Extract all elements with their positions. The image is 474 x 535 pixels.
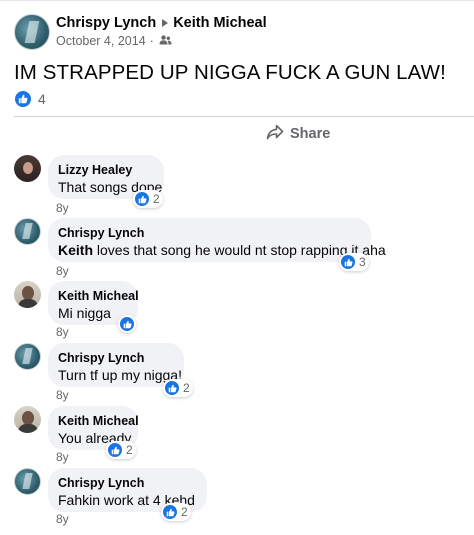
commenter-avatar[interactable] bbox=[14, 218, 41, 245]
like-count: 2 bbox=[183, 381, 190, 395]
commenter-name[interactable]: Keith Micheal bbox=[58, 288, 139, 304]
comment-reactions[interactable]: 2 bbox=[161, 503, 191, 521]
comment-text: Mi nigga bbox=[58, 305, 111, 321]
comment-bubble: Chrispy Lynch Turn tf up my nigga! bbox=[48, 343, 184, 387]
like-count: 3 bbox=[359, 255, 366, 269]
comment-reactions[interactable]: 2 bbox=[106, 441, 136, 459]
comment-text: Turn tf up my nigga! bbox=[58, 367, 182, 383]
comment-reactions[interactable]: 3 bbox=[339, 253, 369, 271]
commenter-name[interactable]: Keith Micheal bbox=[58, 413, 139, 429]
reaction-count: 4 bbox=[38, 91, 46, 107]
comment-age[interactable]: 8y bbox=[56, 450, 69, 464]
commenter-name[interactable]: Chrispy Lynch bbox=[58, 350, 174, 366]
post-reactions[interactable]: 4 bbox=[14, 90, 46, 108]
comment-reactions[interactable]: 2 bbox=[133, 190, 163, 208]
commenter-name[interactable]: Chrispy Lynch bbox=[58, 475, 197, 491]
commenter-avatar[interactable] bbox=[14, 155, 41, 182]
top-border bbox=[0, 0, 474, 1]
mention-link[interactable]: Keith bbox=[58, 242, 93, 258]
share-button[interactable]: Share bbox=[266, 124, 330, 144]
post-meta-block: Chrispy Lynch Keith Micheal October 4, 2… bbox=[56, 15, 267, 48]
meta-separator: · bbox=[149, 34, 154, 48]
commenter-name[interactable]: Lizzy Healey bbox=[58, 162, 154, 178]
comment-reactions[interactable]: 2 bbox=[163, 379, 193, 397]
comment-age[interactable]: 8y bbox=[56, 201, 69, 215]
like-count: 2 bbox=[181, 505, 188, 519]
post-date[interactable]: October 4, 2014 bbox=[56, 34, 146, 48]
share-icon bbox=[266, 124, 284, 144]
friends-icon[interactable] bbox=[159, 34, 172, 48]
post-header: Chrispy Lynch Keith Micheal October 4, 2… bbox=[14, 14, 267, 50]
author-name[interactable]: Chrispy Lynch bbox=[56, 15, 156, 31]
post-names: Chrispy Lynch Keith Micheal bbox=[56, 15, 267, 31]
like-count: 2 bbox=[126, 443, 133, 457]
like-count: 2 bbox=[153, 192, 160, 206]
comment-age[interactable]: 8y bbox=[56, 388, 69, 402]
comment-bubble: Chrispy Lynch Keith loves that song he w… bbox=[48, 218, 386, 262]
like-icon bbox=[164, 380, 180, 396]
like-icon bbox=[162, 504, 178, 520]
comment-age[interactable]: 8y bbox=[56, 325, 69, 339]
comment-text: Keith loves that song he would nt stop r… bbox=[58, 241, 386, 259]
arrow-right-icon bbox=[162, 19, 169, 27]
like-icon bbox=[14, 90, 32, 108]
post-meta: October 4, 2014 · bbox=[56, 34, 267, 48]
commenter-avatar[interactable] bbox=[14, 281, 41, 308]
like-icon bbox=[119, 316, 135, 332]
commenter-avatar[interactable] bbox=[14, 343, 41, 370]
commenter-avatar[interactable] bbox=[14, 406, 41, 433]
like-icon bbox=[340, 254, 356, 270]
author-avatar[interactable] bbox=[14, 14, 50, 50]
divider bbox=[14, 116, 474, 117]
commenter-avatar[interactable] bbox=[14, 468, 41, 495]
comment-age[interactable]: 8y bbox=[56, 512, 69, 526]
comment-reactions[interactable] bbox=[118, 315, 136, 333]
like-icon bbox=[107, 442, 123, 458]
comment-age[interactable]: 8y bbox=[56, 264, 69, 278]
share-label: Share bbox=[290, 126, 331, 142]
commenter-name[interactable]: Chrispy Lynch bbox=[58, 225, 361, 241]
like-icon bbox=[134, 191, 150, 207]
post-text: IM STRAPPED UP NIGGA FUCK A GUN LAW! bbox=[14, 61, 446, 84]
recipient-name[interactable]: Keith Micheal bbox=[173, 15, 266, 31]
